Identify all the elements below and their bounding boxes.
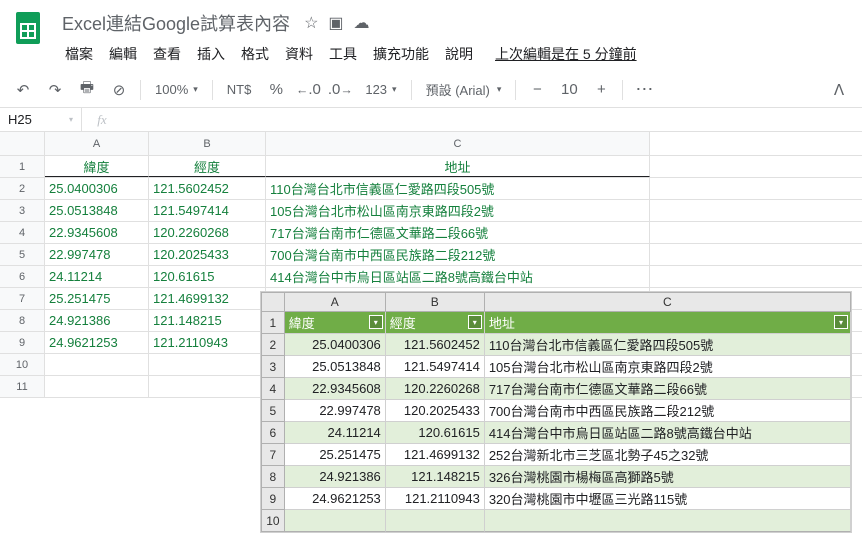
row-header[interactable]: 2: [0, 178, 45, 199]
excel-col-b[interactable]: B: [386, 292, 485, 312]
filter-icon[interactable]: ▾: [468, 315, 482, 329]
undo-button[interactable]: ↶: [10, 77, 36, 103]
font-family-select[interactable]: 預設 (Arial): [420, 76, 508, 103]
font-size-increase[interactable]: +: [588, 77, 614, 103]
increase-decimal-button[interactable]: .0→: [327, 77, 353, 103]
collapse-toolbar-icon[interactable]: ᐱ: [826, 77, 852, 103]
menu-edit[interactable]: 編輯: [102, 40, 144, 68]
menu-tools[interactable]: 工具: [322, 40, 364, 68]
currency-button[interactable]: NT$: [221, 78, 258, 101]
zoom-select[interactable]: 100%: [149, 78, 204, 101]
excel-overlay: A B C 1 緯度▾ 經度▾ 地址▾ 225.0400306121.56024…: [261, 292, 851, 532]
percent-button[interactable]: %: [263, 77, 289, 103]
excel-col-c[interactable]: C: [485, 292, 851, 312]
menu-data[interactable]: 資料: [278, 40, 320, 68]
select-all-corner[interactable]: [0, 132, 45, 155]
col-header-a[interactable]: A: [45, 132, 149, 155]
row-header[interactable]: 10: [0, 354, 45, 375]
row-header[interactable]: 7: [0, 288, 45, 309]
filter-icon[interactable]: ▾: [834, 315, 848, 329]
row-header[interactable]: 5: [0, 244, 45, 265]
sheets-logo[interactable]: [10, 8, 50, 48]
menu-format[interactable]: 格式: [234, 40, 276, 68]
row-header[interactable]: 3: [0, 200, 45, 221]
excel-row-header[interactable]: 1: [261, 312, 285, 334]
excel-corner[interactable]: [261, 292, 285, 312]
excel-header-lng[interactable]: 經度▾: [386, 312, 485, 334]
row-header[interactable]: 9: [0, 332, 45, 353]
star-icon[interactable]: ☆: [304, 13, 318, 33]
decrease-decimal-button[interactable]: ←.0: [295, 77, 321, 103]
move-folder-icon[interactable]: ▣: [328, 13, 343, 33]
row-header[interactable]: 8: [0, 310, 45, 331]
font-size-decrease[interactable]: −: [524, 77, 550, 103]
number-format-select[interactable]: 123: [359, 78, 402, 101]
name-box[interactable]: H25: [0, 108, 82, 131]
menu-insert[interactable]: 插入: [190, 40, 232, 68]
menu-view[interactable]: 查看: [146, 40, 188, 68]
menu-extensions[interactable]: 擴充功能: [366, 40, 436, 68]
excel-header-lat[interactable]: 緯度▾: [285, 312, 386, 334]
font-size-value[interactable]: 10: [556, 77, 582, 103]
doc-title[interactable]: Excel連結Google試算表內容: [58, 8, 294, 38]
col-header-c[interactable]: C: [266, 132, 650, 155]
menubar: 檔案 編輯 查看 插入 格式 資料 工具 擴充功能 說明 上次編輯是在 5 分鐘…: [58, 40, 852, 68]
toolbar-overflow[interactable]: ⋯: [631, 75, 657, 104]
row-header[interactable]: 1: [0, 156, 45, 177]
cell[interactable]: 經度: [149, 156, 266, 177]
row-header[interactable]: 4: [0, 222, 45, 243]
col-header-b[interactable]: B: [149, 132, 266, 155]
cloud-status-icon: ☁: [354, 13, 370, 33]
cell[interactable]: 緯度: [45, 156, 149, 177]
redo-button[interactable]: ↷: [42, 77, 68, 103]
app-header: Excel連結Google試算表內容 ☆ ▣ ☁ 檔案 編輯 查看 插入 格式 …: [0, 0, 862, 68]
filter-icon[interactable]: ▾: [369, 315, 383, 329]
print-button[interactable]: 🖶: [74, 77, 100, 103]
cell[interactable]: 地址: [266, 156, 650, 177]
excel-header-addr[interactable]: 地址▾: [485, 312, 851, 334]
last-edit-link[interactable]: 上次編輯是在 5 分鐘前: [488, 40, 644, 68]
menu-help[interactable]: 說明: [438, 40, 480, 68]
menu-file[interactable]: 檔案: [58, 40, 100, 68]
row-header[interactable]: 6: [0, 266, 45, 287]
row-header[interactable]: 11: [0, 376, 45, 397]
toolbar: ↶ ↷ 🖶 ⊘ 100% NT$ % ←.0 .0→ 123 預設 (Arial…: [0, 72, 862, 108]
excel-col-a[interactable]: A: [285, 292, 386, 312]
paint-format-button[interactable]: ⊘: [106, 77, 132, 103]
formula-bar: H25 fx: [0, 108, 862, 132]
fx-icon: fx: [82, 112, 122, 128]
